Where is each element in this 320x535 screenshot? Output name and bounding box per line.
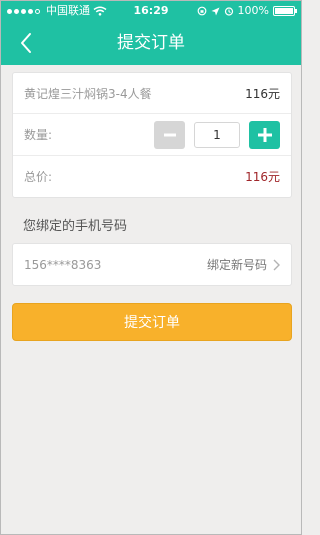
nav-bar: 提交订单 bbox=[1, 21, 301, 65]
header: 中国联通 16:29 100% 提交订单 bbox=[1, 1, 301, 65]
total-row: 总价: 116元 bbox=[13, 156, 291, 197]
submit-order-button[interactable]: 提交订单 bbox=[12, 303, 292, 341]
quantity-stepper: 1 bbox=[154, 120, 280, 149]
item-price: 116元 bbox=[245, 86, 280, 101]
bind-new-number-link[interactable]: 绑定新号码 bbox=[207, 256, 280, 273]
location-icon bbox=[211, 7, 220, 15]
phone-row[interactable]: 156****8363 绑定新号码 bbox=[13, 244, 291, 285]
phone-section-title: 您绑定的手机号码 bbox=[23, 219, 128, 234]
bind-new-number-label: 绑定新号码 bbox=[206, 258, 267, 272]
decrease-quantity-button[interactable] bbox=[154, 120, 185, 149]
item-name: 黄记煌三汁焖锅3-4人餐 bbox=[24, 86, 152, 101]
page-title: 提交订单 bbox=[117, 33, 185, 53]
increase-quantity-button[interactable] bbox=[249, 120, 280, 149]
plus-icon bbox=[257, 127, 272, 142]
lock-rotation-icon bbox=[197, 6, 206, 16]
total-label: 总价: bbox=[24, 170, 53, 184]
battery-icon bbox=[273, 6, 297, 16]
phone-card[interactable]: 156****8363 绑定新号码 bbox=[12, 243, 292, 286]
minus-icon bbox=[163, 133, 176, 136]
total-price: 116元 bbox=[245, 170, 280, 184]
battery-percent: 100% bbox=[237, 4, 269, 17]
item-row: 黄记煌三汁焖锅3-4人餐 116元 bbox=[13, 73, 291, 114]
quantity-label: 数量: bbox=[24, 128, 53, 142]
alarm-icon bbox=[224, 7, 233, 16]
chevron-right-icon bbox=[273, 259, 280, 270]
quantity-row: 数量: 1 bbox=[13, 114, 291, 156]
order-card: 黄记煌三汁焖锅3-4人餐 116元 数量: 1 总价: 116元 bbox=[12, 72, 292, 198]
phone-number: 156****8363 bbox=[24, 257, 102, 272]
quantity-input[interactable]: 1 bbox=[194, 121, 240, 148]
status-bar: 中国联通 16:29 100% bbox=[1, 1, 301, 21]
